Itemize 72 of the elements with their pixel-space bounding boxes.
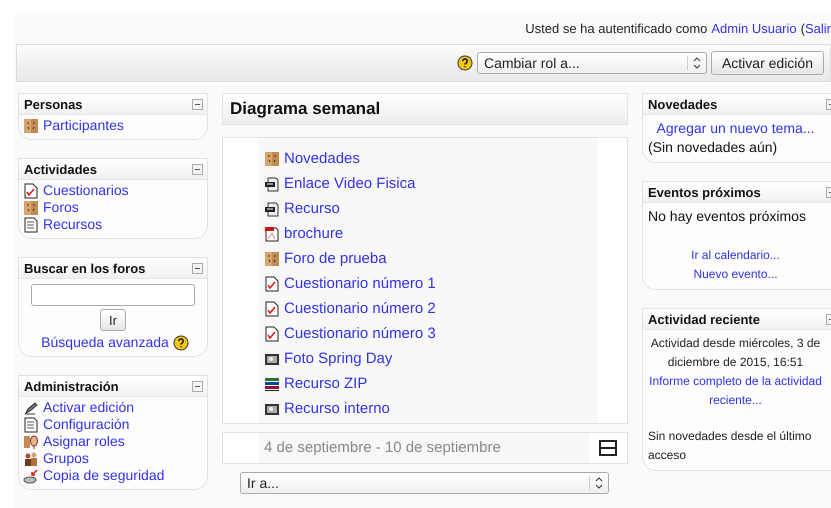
block-link[interactable]: Ir al calendario... <box>648 246 823 265</box>
search-field[interactable] <box>31 284 195 306</box>
stacked-bars-icon <box>264 376 280 392</box>
edit-button[interactable]: Activar edición <box>710 51 824 75</box>
block-link[interactable]: Informe completo de la actividad reciente... <box>648 372 823 410</box>
block-title: Administración <box>24 378 119 394</box>
block-link[interactable]: Grupos <box>43 450 89 467</box>
go-button[interactable]: Ir <box>100 309 126 331</box>
collapse-icon[interactable] <box>192 380 203 392</box>
faces-icon <box>23 200 39 216</box>
user-link[interactable]: Admin Usuario <box>711 21 797 36</box>
block-title: Personas <box>24 96 83 112</box>
activity-link[interactable]: Recurso <box>284 200 340 217</box>
jump-select[interactable]: Ir a... <box>240 472 609 494</box>
block-text: (Sin novedades aún) <box>648 138 778 157</box>
activity-link[interactable]: Recurso interno <box>284 400 390 417</box>
activity-link[interactable]: Foro de prueba <box>284 250 387 267</box>
add-topic-link[interactable]: Agregar un nuevo tema... <box>648 119 823 138</box>
activity-link[interactable]: Cuestionario número 3 <box>284 325 436 342</box>
block-link[interactable]: Foros <box>43 199 79 216</box>
block-link[interactable]: Recursos <box>43 216 102 233</box>
collapse-section-icon[interactable] <box>599 440 617 456</box>
block-title: Actividades <box>24 162 97 176</box>
role-select[interactable]: Cambiar rol a... <box>476 52 707 74</box>
paren-text: ( <box>800 21 805 36</box>
block-link[interactable]: Nuevo evento... <box>648 265 823 284</box>
block-link[interactable]: Activar edición <box>43 399 134 416</box>
checked-page-icon <box>23 182 39 198</box>
block-link[interactable]: Asignar roles <box>43 433 125 450</box>
block-link[interactable]: Configuración <box>43 416 130 433</box>
section-title: Diagrama semanal <box>222 93 628 125</box>
faces-icon <box>264 250 280 266</box>
week-dates: 4 de septiembre - 10 de septiembre <box>259 433 589 463</box>
document-icon <box>264 176 280 192</box>
activity-link[interactable]: Cuestionario número 2 <box>284 300 436 317</box>
activity-link[interactable]: brochure <box>284 225 344 242</box>
block-title: Eventos próximos <box>648 184 761 200</box>
faces-icon <box>264 150 280 166</box>
document-icon <box>23 416 39 432</box>
block-link[interactable]: Cuestionarios <box>43 182 129 199</box>
document-icon <box>23 216 39 232</box>
help-icon[interactable] <box>456 55 473 71</box>
block-link[interactable]: Participantes <box>43 117 124 134</box>
activity-link[interactable]: Enlace Video Fisica <box>284 175 416 192</box>
activity-link[interactable]: Novedades <box>284 150 360 167</box>
collapse-icon[interactable] <box>192 98 203 110</box>
block-text: No hay eventos próximos <box>648 207 807 226</box>
faces-icon <box>23 118 39 134</box>
advanced-search-link[interactable]: Búsqueda avanzada <box>41 334 169 351</box>
help-icon[interactable] <box>172 334 189 350</box>
document-icon <box>264 200 280 216</box>
collapse-icon[interactable] <box>192 262 203 274</box>
block-text: Sin novedades desde el último acceso <box>648 428 812 464</box>
checked-page-icon <box>264 300 280 316</box>
pencil-icon <box>23 400 39 416</box>
faces-icon <box>23 434 39 450</box>
block-text: Actividad desde miércoles, 3 de diciembre de 2015, 16:51 <box>650 335 822 371</box>
pdf-icon <box>264 226 280 242</box>
checked-page-icon <box>264 326 280 342</box>
block-title: Novedades <box>648 96 718 112</box>
block-title: Buscar en los foros <box>24 260 146 276</box>
block-title: Actividad reciente <box>648 312 760 326</box>
login-text: Usted se ha autentificado como <box>525 21 708 36</box>
activity-link[interactable]: Cuestionario número 1 <box>284 275 436 292</box>
checked-page-icon <box>264 276 280 292</box>
logout-link[interactable]: Salir <box>804 21 831 36</box>
activity-link[interactable]: Foto Spring Day <box>284 350 392 367</box>
collapse-icon[interactable] <box>192 164 203 174</box>
disk-arrow-icon <box>23 468 39 484</box>
people-icon <box>23 450 39 466</box>
block-link[interactable]: Copia de seguridad <box>43 467 164 484</box>
activity-link[interactable]: Recurso ZIP <box>284 375 368 392</box>
